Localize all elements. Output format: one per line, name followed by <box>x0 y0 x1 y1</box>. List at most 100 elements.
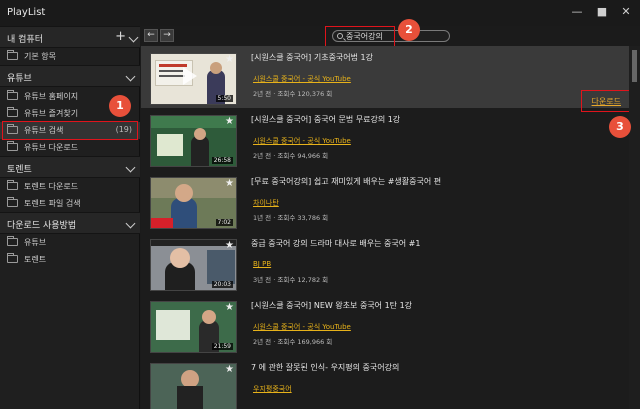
sidebar-item-youtube-download[interactable]: 유튜브 다운로드 <box>0 139 140 156</box>
callout-badge-2: 2 <box>398 19 420 41</box>
video-title[interactable]: 중급 중국어 강의 드라마 대사로 배우는 중국어 #1 <box>251 238 420 249</box>
thumb-text-line <box>159 70 183 72</box>
highlight-box-1 <box>2 121 138 140</box>
video-thumbnail[interactable]: ★ 21:59 <box>150 301 237 353</box>
scrollbar[interactable] <box>629 46 640 409</box>
sidebar-item-torrent-download[interactable]: 토렌트 다운로드 <box>0 178 140 195</box>
sidebar-item-label: 토렌트 다운로드 <box>24 182 79 191</box>
folder-icon <box>7 236 18 246</box>
star-icon[interactable]: ★ <box>225 302 234 313</box>
thumb-face <box>210 62 222 74</box>
section-howto-label: 다운로드 사용방법 <box>7 221 77 231</box>
list-item[interactable]: ★ 20:03 중급 중국어 강의 드라마 대사로 배우는 중국어 #1 BJ … <box>141 232 629 294</box>
sidebar-item-howto-torrent[interactable]: 토렌트 <box>0 251 140 268</box>
section-torrent[interactable]: 토렌트 <box>0 156 140 178</box>
video-meta: 3년 전 · 조회수 12,782 회 <box>253 276 329 284</box>
star-icon[interactable]: ★ <box>225 240 234 251</box>
video-channel[interactable]: 시원스쿨 중국어 - 공식 YouTube <box>253 136 351 146</box>
thumb-logo <box>151 218 173 228</box>
add-button[interactable]: + <box>115 29 126 44</box>
chevron-down-icon[interactable] <box>125 71 136 82</box>
callout-badge-1: 1 <box>109 95 131 117</box>
video-channel[interactable]: BJ PB <box>253 260 271 268</box>
sidebar-item-label: 유튜브 홈페이지 <box>24 92 79 101</box>
folder-icon <box>7 253 18 263</box>
close-button[interactable]: ✕ <box>619 5 633 19</box>
play-icon[interactable] <box>183 67 197 85</box>
sidebar-item-label: 유튜브 다운로드 <box>24 143 79 152</box>
star-icon[interactable]: ★ <box>225 54 234 65</box>
video-duration: 20:03 <box>211 281 233 288</box>
video-thumbnail[interactable]: ★ 5:50 <box>150 53 237 105</box>
sidebar-item-default[interactable]: 기본 항목 <box>0 48 140 65</box>
star-icon[interactable]: ★ <box>225 178 234 189</box>
video-thumbnail[interactable]: ★ <box>150 363 237 409</box>
video-thumbnail[interactable]: ★ 7:02 <box>150 177 237 229</box>
section-torrent-label: 토렌트 <box>7 165 32 175</box>
video-meta: 2년 전 · 조회수 169,966 회 <box>253 338 333 346</box>
sidebar-item-torrent-search[interactable]: 토렌트 파일 검색 <box>0 195 140 212</box>
video-title[interactable]: [시원스쿨 중국어] 중국어 문법 무료강의 1강 <box>251 114 400 125</box>
window-title: PlayList <box>7 7 46 18</box>
thumb-person <box>177 386 203 409</box>
title-bar: PlayList — ■ ✕ <box>0 0 640 26</box>
video-channel[interactable]: 우지평중국어 <box>253 384 292 394</box>
sidebar-item-label: 유튜브 즐겨찾기 <box>24 109 79 118</box>
highlight-box-2 <box>325 26 395 47</box>
video-channel[interactable]: 차이나탄 <box>253 198 279 208</box>
list-item[interactable]: ★ 26:58 [시원스쿨 중국어] 중국어 문법 무료강의 1강 시원스쿨 중… <box>141 108 629 170</box>
section-youtube-label: 유튜브 <box>7 74 32 84</box>
folder-icon <box>7 180 18 190</box>
folder-icon <box>7 197 18 207</box>
video-duration: 26:58 <box>211 157 233 164</box>
section-my-computer[interactable]: 내 컴퓨터 + <box>0 26 140 48</box>
video-channel[interactable]: 시원스쿨 중국어 - 공식 YouTube <box>253 74 351 84</box>
video-title[interactable]: [시원스쿨 중국어] 기초중국어법 1강 <box>251 52 373 63</box>
folder-icon <box>7 50 18 60</box>
section-my-computer-label: 내 컴퓨터 <box>7 35 43 45</box>
chevron-down-icon[interactable] <box>128 32 139 43</box>
folder-icon <box>7 141 18 151</box>
star-icon[interactable]: ★ <box>225 364 234 375</box>
thumb-person <box>171 198 197 228</box>
video-thumbnail[interactable]: ★ 20:03 <box>150 239 237 291</box>
thumb-screen <box>207 250 235 284</box>
maximize-button[interactable]: ■ <box>595 5 609 19</box>
chevron-down-icon[interactable] <box>125 162 136 173</box>
video-title[interactable]: [무료 중국어강의] 쉽고 재미있게 배우는 #생활중국어 편 <box>251 176 441 187</box>
sidebar-item-label: 토렌트 파일 검색 <box>24 199 81 208</box>
video-thumbnail[interactable]: ★ 26:58 <box>150 115 237 167</box>
video-meta: 2년 전 · 조회수 94,966 회 <box>253 152 329 160</box>
video-meta: 1년 전 · 조회수 33,786 회 <box>253 214 329 222</box>
thumb-person <box>191 136 209 166</box>
sidebar-item-label: 유튜브 <box>24 238 47 247</box>
callout-badge-3: 3 <box>609 116 631 138</box>
thumb-face <box>194 128 206 140</box>
folder-icon <box>7 90 18 100</box>
sidebar-item-label: 기본 항목 <box>24 52 56 61</box>
minimize-button[interactable]: — <box>570 5 584 19</box>
list-item[interactable]: ★ 5:50 [시원스쿨 중국어] 기초중국어법 1강 시원스쿨 중국어 - 공… <box>141 46 629 108</box>
video-duration: 7:02 <box>215 219 233 226</box>
folder-icon <box>7 107 18 117</box>
sidebar-item-howto-youtube[interactable]: 유튜브 <box>0 234 140 251</box>
video-channel[interactable]: 시원스쿨 중국어 - 공식 YouTube <box>253 322 351 332</box>
video-duration: 21:59 <box>211 343 233 350</box>
list-item[interactable]: ★ 7 에 관한 잘못된 인식- 우지평의 중국어강의 우지평중국어 <box>141 356 629 409</box>
video-meta: 2년 전 · 조회수 120,376 회 <box>253 90 333 98</box>
video-title[interactable]: [시원스쿨 중국어] NEW 왕초보 중국어 1탄 1강 <box>251 300 412 311</box>
chevron-down-icon[interactable] <box>125 218 136 229</box>
forward-button[interactable]: → <box>160 29 174 42</box>
back-button[interactable]: ← <box>144 29 158 42</box>
thumb-text-line <box>159 75 185 77</box>
thumb-board <box>156 310 190 340</box>
sidebar: 내 컴퓨터 + 기본 항목 유튜브 유튜브 홈페이지 유튜브 즐겨찾기 유튜브 … <box>0 26 140 409</box>
star-icon[interactable]: ★ <box>225 116 234 127</box>
section-youtube[interactable]: 유튜브 <box>0 65 140 87</box>
list-item[interactable]: ★ 7:02 [무료 중국어강의] 쉽고 재미있게 배우는 #생활중국어 편 차… <box>141 170 629 232</box>
scrollbar-thumb[interactable] <box>632 50 637 82</box>
section-howto[interactable]: 다운로드 사용방법 <box>0 212 140 234</box>
sidebar-item-label: 토렌트 <box>24 255 47 264</box>
list-item[interactable]: ★ 21:59 [시원스쿨 중국어] NEW 왕초보 중국어 1탄 1강 시원스… <box>141 294 629 356</box>
video-title[interactable]: 7 에 관한 잘못된 인식- 우지평의 중국어강의 <box>251 362 399 373</box>
